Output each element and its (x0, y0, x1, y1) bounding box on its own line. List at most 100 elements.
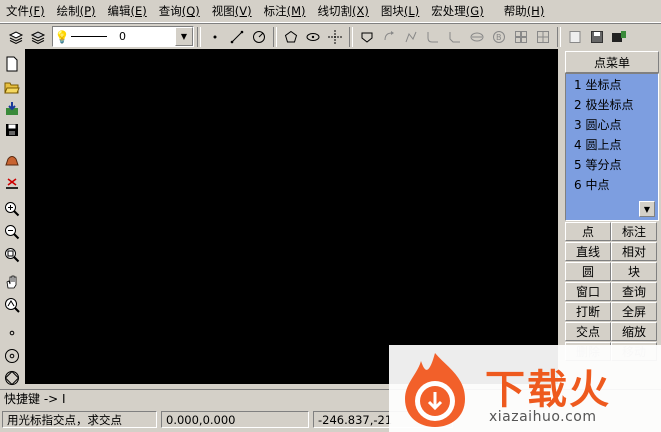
polygon-icon[interactable] (281, 27, 301, 47)
save-icon[interactable] (2, 120, 22, 140)
list-item[interactable]: 2 极坐标点 (574, 96, 633, 114)
tile-icon[interactable] (533, 27, 553, 47)
flame-logo-icon (405, 353, 465, 427)
menu-query[interactable]: 查询(Q) (153, 2, 206, 20)
menu-block-label: 图块 (380, 4, 404, 18)
point-menu-title[interactable]: 点菜单 (565, 51, 659, 73)
chevron-down-icon[interactable]: ▼ (175, 27, 193, 46)
menu-wire-cut-label: 线切割 (317, 4, 353, 18)
menu-edit-key: (E) (130, 4, 147, 18)
menu-view-label: 视图 (211, 4, 235, 18)
menu-dimension-label: 标注 (263, 4, 287, 18)
pan-hand-icon[interactable] (2, 272, 22, 292)
zoom-window-icon[interactable] (2, 245, 22, 265)
watermark-url: xiazaihuo.com (489, 409, 597, 425)
break-button[interactable]: 打断 (565, 302, 611, 321)
block-button[interactable]: 块 (611, 262, 657, 281)
fillet-icon[interactable] (423, 27, 443, 47)
menu-draw[interactable]: 绘制(P) (51, 2, 102, 20)
rotate-icon[interactable] (379, 27, 399, 47)
svg-text:B: B (496, 33, 502, 42)
menu-macro[interactable]: 宏处理(G) (425, 2, 489, 20)
list-item[interactable]: 4 圆上点 (574, 136, 621, 154)
text-icon[interactable]: B (489, 27, 509, 47)
view-icon[interactable] (565, 27, 585, 47)
circle-icon[interactable] (249, 27, 269, 47)
menu-file[interactable]: 文件(F) (0, 2, 51, 20)
menu-query-label: 查询 (158, 4, 182, 18)
point-icon[interactable] (205, 27, 225, 47)
menu-wire-cut-key: (X) (352, 4, 369, 18)
tangent-snap-icon[interactable] (2, 368, 22, 388)
line-icon[interactable] (227, 27, 247, 47)
zoom-in-icon[interactable] (2, 199, 22, 219)
point-button[interactable]: 点 (565, 222, 611, 241)
drawing-canvas[interactable] (25, 49, 558, 384)
new-file-icon[interactable] (2, 54, 22, 74)
menu-macro-key: (G) (465, 4, 484, 18)
toolbar-separator (273, 26, 277, 47)
menu-block[interactable]: 图块(L) (375, 2, 425, 20)
circle-snap-icon[interactable] (2, 346, 22, 366)
chamfer-icon[interactable] (445, 27, 465, 47)
list-item[interactable]: 5 等分点 (574, 156, 621, 174)
ellipse-icon[interactable] (303, 27, 323, 47)
menu-edit[interactable]: 编辑(E) (102, 2, 153, 20)
menu-view-key: (V) (234, 4, 252, 18)
toolbar-separator (197, 26, 201, 47)
menu-help-key: (H) (526, 4, 545, 18)
window-button[interactable]: 窗口 (565, 282, 611, 301)
status-coord-1: 0.000,0.000 (161, 411, 309, 428)
layer-combo[interactable]: 💡 0 ▼ (52, 26, 194, 47)
circle-button[interactable]: 圆 (565, 262, 611, 281)
grid-icon[interactable] (511, 27, 531, 47)
menu-view[interactable]: 视图(V) (206, 2, 258, 20)
zoom-realtime-icon[interactable] (2, 295, 22, 315)
dot-snap-icon[interactable] (2, 323, 22, 343)
node-icon[interactable] (401, 27, 421, 47)
menu-wire-cut[interactable]: 线切割(X) (312, 2, 375, 20)
dimension-button[interactable]: 标注 (611, 222, 657, 241)
fullscreen-button[interactable]: 全屏 (611, 302, 657, 321)
chevron-down-icon[interactable]: ▼ (639, 201, 655, 217)
command-line-text: 快捷键 -> I (4, 392, 66, 406)
menu-help-label: 帮助 (503, 4, 527, 18)
right-panel: 点菜单 1 坐标点 2 极坐标点 3 圆心点 4 圆上点 5 等分点 6 中点 … (563, 49, 661, 389)
layer-value: 0 (119, 30, 126, 43)
hatch-icon[interactable] (467, 27, 487, 47)
zoom-out-icon[interactable] (2, 222, 22, 242)
export-icon[interactable] (609, 27, 629, 47)
menu-edit-label: 编辑 (107, 4, 131, 18)
relative-button[interactable]: 相对 (611, 242, 657, 261)
lightbulb-icon: 💡 (54, 29, 70, 44)
import-icon[interactable] (2, 99, 22, 119)
menu-bar: 文件(F) 绘制(P) 编辑(E) 查询(Q) 视图(V) 标注(M) 线切割(… (0, 0, 661, 23)
zoom-button[interactable]: 缩放 (611, 322, 657, 341)
save-icon[interactable] (587, 27, 607, 47)
line-button[interactable]: 直线 (565, 242, 611, 261)
menu-block-key: (L) (403, 4, 420, 18)
menu-file-key: (F) (29, 4, 45, 18)
left-toolbar (0, 49, 24, 389)
query-button[interactable]: 查询 (611, 282, 657, 301)
menu-draw-key: (P) (79, 4, 96, 18)
linetype-preview (71, 36, 107, 37)
layer-manager-icon[interactable] (28, 27, 48, 47)
layers-icon[interactable] (6, 27, 26, 47)
delete-icon[interactable] (2, 173, 22, 193)
watermark: 下载火 xiazaihuo.com (389, 345, 661, 432)
menu-help[interactable]: 帮助(H) (498, 2, 551, 20)
shield-icon[interactable] (357, 27, 377, 47)
list-item[interactable]: 1 坐标点 (574, 76, 621, 94)
intersection-button[interactable]: 交点 (565, 322, 611, 341)
open-file-icon[interactable] (2, 77, 22, 97)
menu-dimension[interactable]: 标注(M) (258, 2, 312, 20)
crosshair-icon[interactable] (325, 27, 345, 47)
eraser-icon[interactable] (2, 150, 22, 170)
toolbar-separator (557, 26, 561, 47)
list-item[interactable]: 6 中点 (574, 176, 609, 194)
toolbar-separator (349, 26, 353, 47)
list-item[interactable]: 3 圆心点 (574, 116, 621, 134)
main-toolbar: 💡 0 ▼ B (0, 23, 661, 49)
menu-file-label: 文件 (6, 4, 29, 18)
